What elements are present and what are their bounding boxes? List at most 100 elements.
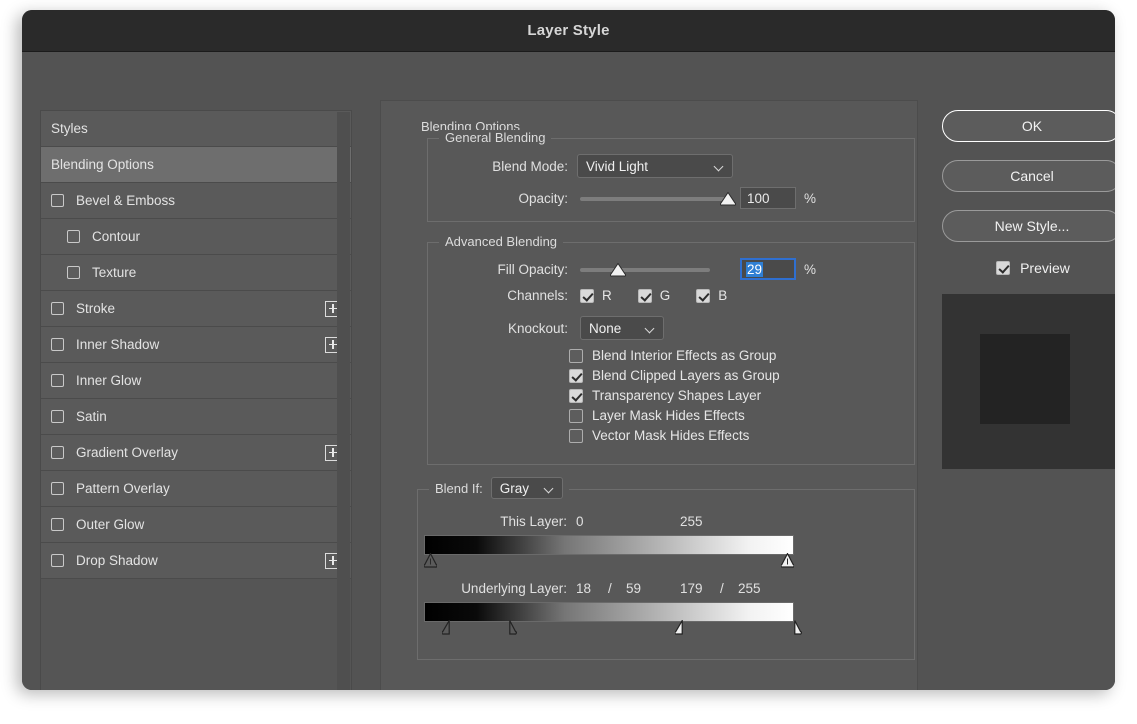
this-layer-high-handle[interactable] [781, 553, 794, 568]
option-label: Blend Interior Effects as Group [592, 348, 777, 363]
channel-r[interactable]: R [580, 288, 612, 303]
underlying-high-a-handle[interactable] [675, 620, 683, 635]
fill-opacity-slider-thumb[interactable] [609, 263, 626, 277]
underlying-separator-1: / [608, 581, 612, 596]
underlying-low-b-value: 59 [626, 581, 642, 596]
style-list-item-blending-options[interactable]: Blending Options [41, 147, 351, 183]
channel-g[interactable]: G [637, 288, 671, 303]
opacity-slider-track[interactable] [580, 197, 728, 201]
option-checkbox[interactable] [569, 428, 583, 443]
underlying-high-a-value: 179 [680, 581, 703, 596]
underlying-low-a-value: 18 [576, 581, 592, 596]
preview-checkbox[interactable] [996, 261, 1011, 275]
style-item-label: Inner Shadow [76, 337, 160, 352]
style-item-checkbox[interactable] [51, 194, 64, 207]
style-item-label: Inner Glow [76, 373, 142, 388]
ok-button[interactable]: OK [942, 110, 1115, 142]
option-checkbox[interactable] [569, 408, 583, 423]
channel-g-label: G [659, 288, 671, 303]
option-blend-clipped-layers-as-group[interactable]: Blend Clipped Layers as Group [569, 368, 780, 383]
style-list-item-inner-glow[interactable]: Inner Glow [41, 363, 351, 399]
style-item-checkbox[interactable] [51, 302, 64, 315]
advanced-blending-legend: Advanced Blending [439, 234, 564, 249]
style-item-checkbox[interactable] [51, 338, 64, 351]
style-item-checkbox[interactable] [51, 482, 64, 495]
chevron-down-icon [545, 484, 554, 493]
style-list-item-texture[interactable]: Texture [41, 255, 351, 291]
fill-opacity-slider[interactable] [580, 260, 710, 278]
channel-r-checkbox[interactable] [580, 288, 594, 303]
style-item-checkbox[interactable] [51, 446, 64, 459]
style-item-label: Satin [76, 409, 107, 424]
style-item-label: Outer Glow [76, 517, 145, 532]
fill-opacity-slider-track[interactable] [580, 268, 710, 272]
option-checkbox[interactable] [569, 388, 583, 403]
opacity-slider[interactable] [580, 189, 736, 207]
layer-style-dialog: Layer Style Styles Blending Options Bevel … [22, 10, 1115, 690]
chevron-down-icon [646, 324, 655, 333]
style-list[interactable]: Styles Blending Options Bevel & Emboss Cont… [41, 111, 351, 690]
style-list-item-stroke[interactable]: Stroke [41, 291, 351, 327]
underlying-layer-gradient-bar[interactable] [424, 602, 794, 622]
option-blend-interior-effects-as-group[interactable]: Blend Interior Effects as Group [569, 348, 780, 363]
dialog-body: Styles Blending Options Bevel & Emboss Cont… [22, 52, 1115, 690]
knockout-row: Knockout: None [428, 316, 914, 340]
this-layer-gradient-bar[interactable] [424, 535, 794, 555]
cancel-button[interactable]: Cancel [942, 160, 1115, 192]
blend-mode-row: Blend Mode: Vivid Light [428, 154, 914, 178]
chevron-down-icon [715, 162, 724, 171]
underlying-low-b-handle[interactable] [509, 620, 518, 635]
style-item-label: Bevel & Emboss [76, 193, 176, 208]
option-checkbox[interactable] [569, 348, 583, 363]
this-layer-low-handle[interactable] [424, 553, 437, 568]
blend-if-channel-select[interactable]: Gray [490, 477, 563, 499]
style-list-item-pattern-overlay[interactable]: Pattern Overlay [41, 471, 351, 507]
option-layer-mask-hides-effects[interactable]: Layer Mask Hides Effects [569, 408, 780, 423]
dialog-titlebar: Layer Style [22, 10, 1115, 52]
channel-g-checkbox[interactable] [637, 288, 652, 303]
option-vector-mask-hides-effects[interactable]: Vector Mask Hides Effects [569, 428, 780, 443]
option-label: Transparency Shapes Layer [592, 388, 762, 403]
style-list-item-gradient-overlay[interactable]: Gradient Overlay [41, 435, 351, 471]
style-item-checkbox[interactable] [51, 374, 64, 387]
style-item-checkbox[interactable] [67, 266, 80, 279]
style-item-label: Contour [92, 229, 141, 244]
style-list-item-drop-shadow[interactable]: Drop Shadow [41, 543, 351, 579]
underlying-high-b-handle[interactable] [794, 620, 802, 635]
option-label: Blend Clipped Layers as Group [592, 368, 780, 383]
style-list-item-contour[interactable]: Contour [41, 219, 351, 255]
channel-b[interactable]: B [696, 288, 727, 303]
option-transparency-shapes-layer[interactable]: Transparency Shapes Layer [569, 388, 780, 403]
this-layer-low-value: 0 [576, 514, 584, 529]
new-style-button[interactable]: New Style... [942, 210, 1115, 242]
blend-mode-select[interactable]: Vivid Light [577, 154, 733, 178]
style-item-checkbox[interactable] [51, 410, 64, 423]
advanced-options-list: Blend Interior Effects as Group Blend Cli… [569, 348, 780, 448]
knockout-select[interactable]: None [580, 316, 664, 340]
general-blending-legend: General Blending [439, 130, 552, 145]
fill-opacity-field[interactable]: 29 [740, 258, 796, 280]
style-item-label: Styles [51, 121, 88, 136]
channels-label: Channels: [507, 288, 568, 303]
style-list-item-styles[interactable]: Styles [41, 111, 351, 147]
styles-sidebar: Styles Blending Options Bevel & Emboss Cont… [40, 110, 352, 690]
style-item-checkbox[interactable] [67, 230, 80, 243]
style-item-checkbox[interactable] [51, 554, 64, 567]
style-list-scrollbar[interactable] [337, 112, 350, 690]
opacity-field[interactable]: 100 [740, 187, 796, 209]
channel-r-label: R [602, 288, 612, 303]
style-list-item-outer-glow[interactable]: Outer Glow [41, 507, 351, 543]
style-list-item-inner-shadow[interactable]: Inner Shadow [41, 327, 351, 363]
preview-toggle-row[interactable]: Preview [942, 260, 1115, 276]
channel-b-checkbox[interactable] [696, 288, 711, 303]
channels-checkbox-list: RGB [580, 288, 753, 303]
opacity-slider-thumb[interactable] [720, 192, 736, 206]
style-item-checkbox[interactable] [51, 518, 64, 531]
style-item-label: Stroke [76, 301, 116, 316]
style-list-item-satin[interactable]: Satin [41, 399, 351, 435]
underlying-low-a-handle[interactable] [441, 620, 450, 635]
option-checkbox[interactable] [569, 368, 583, 383]
underlying-high-b-value: 255 [738, 581, 761, 596]
preview-thumbnail [942, 294, 1115, 469]
style-list-item-bevel-emboss[interactable]: Bevel & Emboss [41, 183, 351, 219]
